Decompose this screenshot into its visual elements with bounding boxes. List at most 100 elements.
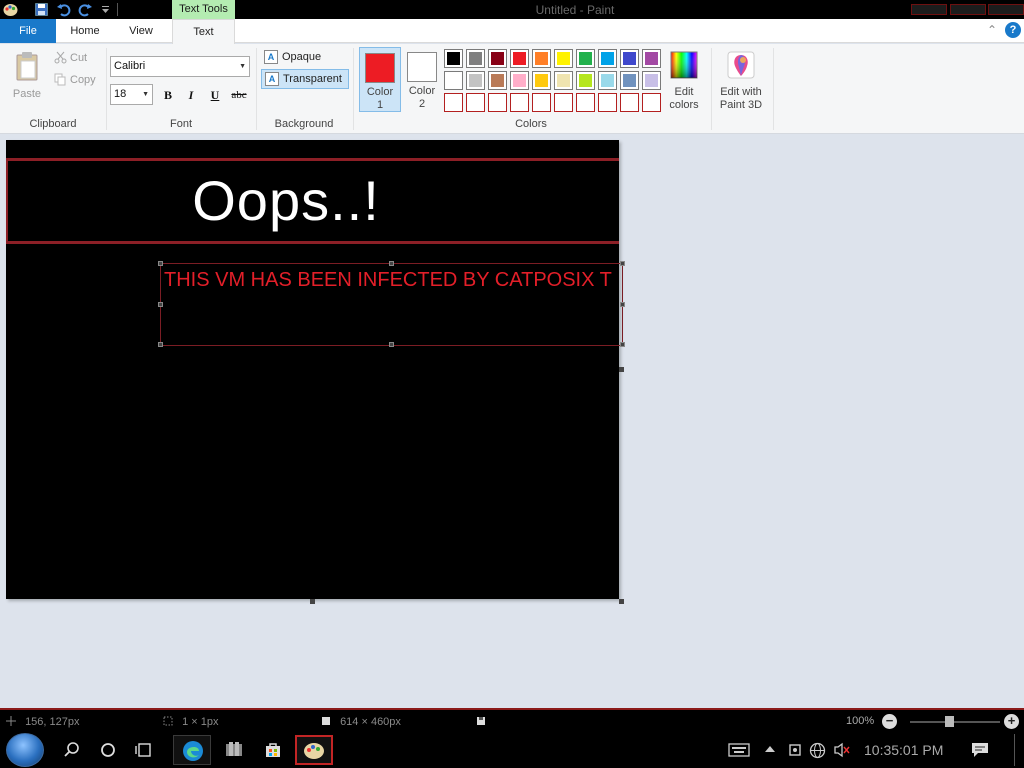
text-box-content[interactable]: THIS VM HAS BEEN INFECTED BY CATPOSIX T (164, 269, 612, 292)
start-button[interactable] (6, 733, 44, 767)
palette-color-swatch[interactable] (510, 71, 529, 90)
resize-handle[interactable] (620, 302, 625, 307)
palette-custom-slot[interactable] (510, 93, 529, 112)
palette-color-swatch[interactable] (620, 49, 639, 68)
palette-custom-slot[interactable] (620, 93, 639, 112)
palette-custom-slot[interactable] (642, 93, 661, 112)
volume-muted-icon[interactable] (833, 742, 851, 761)
network-adapter-icon[interactable] (787, 742, 803, 761)
color2-button[interactable]: Color 2 (402, 47, 444, 112)
font-size-select[interactable]: 18 ▼ (110, 84, 153, 105)
canvas-resize-handle-corner[interactable] (619, 599, 624, 604)
palette-color-swatch[interactable] (576, 71, 595, 90)
clock[interactable]: 10:35:01 PM (864, 742, 943, 758)
palette-custom-slot[interactable] (598, 93, 617, 112)
text-box[interactable]: THIS VM HAS BEEN INFECTED BY CATPOSIX T (158, 261, 625, 347)
edit-with-paint3d-button[interactable]: Edit with Paint 3D (714, 48, 768, 114)
palette-color-swatch[interactable] (444, 71, 463, 90)
redo-icon[interactable] (78, 2, 93, 17)
tab-file[interactable]: File (0, 19, 56, 43)
font-family-select[interactable]: Calibri ▼ (110, 56, 250, 77)
underline-button[interactable]: U (205, 86, 225, 104)
tab-text[interactable]: Text (172, 19, 235, 44)
resize-handle[interactable] (158, 261, 163, 266)
italic-button[interactable]: I (181, 86, 201, 104)
tab-view[interactable]: View (113, 19, 169, 43)
palette-color-swatch[interactable] (488, 49, 507, 68)
edge-taskbar-icon[interactable] (173, 735, 211, 765)
store-icon[interactable] (259, 736, 287, 764)
palette-color-swatch[interactable] (598, 71, 617, 90)
task-view-icon[interactable] (130, 736, 158, 764)
tab-home[interactable]: Home (58, 19, 112, 43)
palette-color-swatch[interactable] (598, 49, 617, 68)
palette-color-swatch[interactable] (642, 49, 661, 68)
transparent-icon: A (265, 72, 279, 86)
cortana-icon[interactable] (94, 736, 122, 764)
palette-color-swatch[interactable] (642, 71, 661, 90)
scissors-icon (54, 51, 67, 64)
palette-color-swatch[interactable] (444, 49, 463, 68)
palette-color-swatch[interactable] (576, 49, 595, 68)
palette-custom-slot[interactable] (576, 93, 595, 112)
swatch-fill (469, 52, 482, 65)
palette-color-swatch[interactable] (466, 49, 485, 68)
transparent-button[interactable]: A Transparent (261, 69, 349, 89)
palette-custom-slot[interactable] (532, 93, 551, 112)
notifications-icon[interactable] (971, 742, 989, 761)
opaque-button[interactable]: A Opaque (261, 48, 337, 68)
paste-button[interactable]: Paste (8, 48, 46, 106)
canvas-resize-handle-right[interactable] (619, 367, 624, 372)
search-icon[interactable] (58, 736, 86, 764)
save-icon[interactable] (34, 2, 49, 17)
customize-qat-icon[interactable] (98, 2, 113, 17)
palette-color-swatch[interactable] (532, 49, 551, 68)
bold-button[interactable]: B (158, 86, 178, 104)
palette-custom-slot[interactable] (466, 93, 485, 112)
palette-color-swatch[interactable] (554, 71, 573, 90)
resize-handle[interactable] (620, 261, 625, 266)
zoom-slider-thumb[interactable] (945, 716, 954, 727)
zoom-out-button[interactable]: − (882, 714, 897, 729)
strikethrough-button[interactable]: abc (228, 86, 250, 104)
palette-color-swatch[interactable] (554, 49, 573, 68)
keyboard-icon[interactable] (728, 742, 750, 761)
help-icon[interactable]: ? (1005, 22, 1021, 38)
minimize-ribbon-icon[interactable]: ⌃ (984, 22, 1000, 38)
resize-handle[interactable] (158, 302, 163, 307)
palette-color-swatch[interactable] (620, 71, 639, 90)
edit-colors-button[interactable]: Edit colors (662, 48, 706, 114)
show-desktop-button[interactable] (1014, 734, 1020, 766)
palette-custom-slot[interactable] (488, 93, 507, 112)
canvas-resize-handle-bottom[interactable] (310, 599, 315, 604)
palette-color-swatch[interactable] (532, 71, 551, 90)
zoom-in-button[interactable]: + (1004, 714, 1019, 729)
drawing-canvas[interactable]: Oops..! THIS VM HAS BEEN INFECTED BY CAT… (6, 140, 625, 599)
resize-handle[interactable] (389, 261, 394, 266)
globe-network-icon[interactable] (809, 742, 826, 762)
image-size-icon (322, 717, 330, 725)
minimize-button[interactable] (911, 4, 947, 15)
show-hidden-icons-icon[interactable] (764, 742, 776, 759)
palette-color-swatch[interactable] (510, 49, 529, 68)
paint3d-icon (727, 51, 755, 79)
cut-button[interactable]: Cut (54, 49, 87, 67)
file-explorer-icon[interactable] (220, 736, 248, 764)
paint-taskbar-icon[interactable] (295, 735, 333, 765)
maximize-button[interactable] (950, 4, 986, 15)
palette-custom-slot[interactable] (444, 93, 463, 112)
close-button[interactable] (988, 4, 1024, 15)
palette-color-swatch[interactable] (466, 71, 485, 90)
opaque-icon: A (264, 50, 278, 64)
copy-button[interactable]: Copy (54, 71, 96, 89)
swatch-fill (535, 52, 548, 65)
resize-handle[interactable] (158, 342, 163, 347)
zoom-slider[interactable] (910, 721, 1000, 723)
undo-icon[interactable] (56, 2, 71, 17)
color1-button[interactable]: Color 1 (359, 47, 401, 112)
palette-color-swatch[interactable] (488, 71, 507, 90)
paint-app-icon[interactable] (3, 2, 18, 17)
resize-handle[interactable] (389, 342, 394, 347)
resize-handle[interactable] (620, 342, 625, 347)
palette-custom-slot[interactable] (554, 93, 573, 112)
